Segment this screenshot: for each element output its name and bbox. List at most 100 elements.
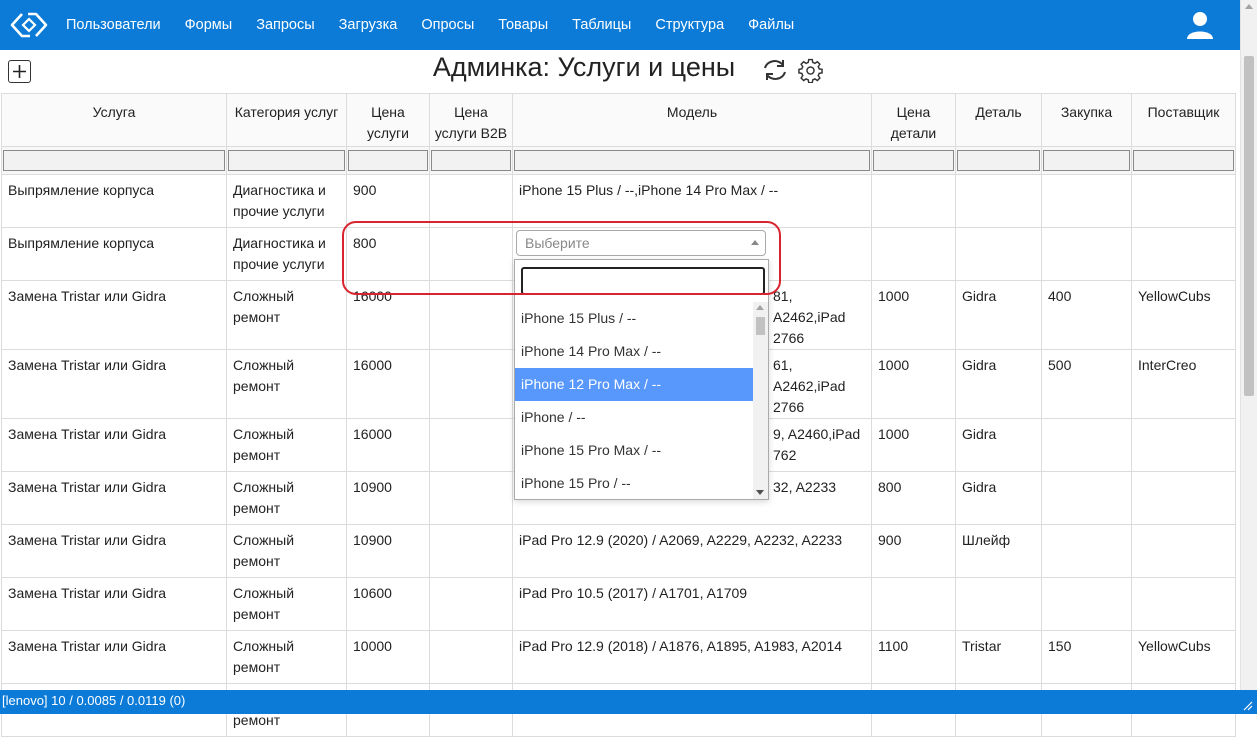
cell-service[interactable]: Замена Tristar или Gidra: [1, 471, 227, 525]
scroll-up-arrow-icon[interactable]: [756, 305, 764, 310]
cell-category[interactable]: Сложный ремонт: [226, 471, 347, 525]
cell-part[interactable]: Gidra: [955, 349, 1042, 419]
cell-service[interactable]: Замена Tristar или Gidra: [1, 418, 227, 472]
cell-model[interactable]: iPad Pro 10.5 (2017) / A1701, A1709: [512, 577, 872, 631]
cell-part-price[interactable]: 1000: [871, 280, 956, 350]
cell-price[interactable]: 900: [346, 174, 430, 228]
cell-service[interactable]: Замена Tristar или Gidra: [1, 630, 227, 684]
cell-purchase[interactable]: [1041, 418, 1132, 472]
cell-part-price[interactable]: [871, 577, 956, 631]
cell-price-b2b[interactable]: [429, 349, 513, 419]
menu-item-tables[interactable]: Таблицы: [572, 17, 631, 33]
cell-part-price[interactable]: 800: [871, 471, 956, 525]
cell-price[interactable]: 800: [346, 227, 430, 281]
scroll-down-arrow-icon[interactable]: [756, 490, 764, 495]
cell-service[interactable]: Замена Tristar или Gidra: [1, 280, 227, 350]
column-header-price[interactable]: Цена услуги: [346, 93, 430, 147]
menu-item-upload[interactable]: Загрузка: [339, 17, 398, 33]
cell-purchase[interactable]: [1041, 577, 1132, 631]
dropdown-option[interactable]: iPhone 14 Pro Max / --: [515, 335, 754, 368]
cell-price-b2b[interactable]: [429, 577, 513, 631]
cell-supplier[interactable]: [1131, 174, 1236, 228]
dropdown-option[interactable]: iPhone 15 Pro / --: [515, 467, 754, 500]
cell-part-price[interactable]: 1000: [871, 349, 956, 419]
cell-supplier[interactable]: [1131, 227, 1236, 281]
cell-part[interactable]: Gidra: [955, 418, 1042, 472]
cell-price-b2b[interactable]: [429, 280, 513, 350]
cell-supplier[interactable]: [1131, 524, 1236, 578]
filter-price-input[interactable]: [348, 150, 428, 171]
dropdown-scroll-thumb[interactable]: [756, 317, 765, 335]
cell-service[interactable]: Замена Tristar или Gidra: [1, 524, 227, 578]
cell-purchase[interactable]: [1041, 524, 1132, 578]
cell-supplier[interactable]: YellowCubs: [1131, 280, 1236, 350]
cell-category[interactable]: Сложный ремонт: [226, 349, 347, 419]
cell-price[interactable]: 10000: [346, 630, 430, 684]
filter-model-input[interactable]: [514, 150, 870, 171]
cell-category[interactable]: Сложный ремонт: [226, 418, 347, 472]
cell-part[interactable]: [955, 174, 1042, 228]
cell-price[interactable]: 16000: [346, 280, 430, 350]
cell-category[interactable]: Сложный ремонт: [226, 630, 347, 684]
cell-part[interactable]: [955, 577, 1042, 631]
cell-category[interactable]: Сложный ремонт: [226, 524, 347, 578]
dropdown-option[interactable]: iPhone 12 Pro Max / --: [515, 368, 754, 401]
cell-part[interactable]: Tristar: [955, 630, 1042, 684]
cell-supplier[interactable]: YellowCubs: [1131, 630, 1236, 684]
table-row[interactable]: Замена Tristar или GidraСложный ремонт10…: [1, 577, 1236, 631]
dropdown-option[interactable]: iPhone 15 Plus / --: [515, 302, 754, 335]
menu-item-structure[interactable]: Структура: [655, 17, 724, 33]
cell-service[interactable]: Замена Tristar или Gidra: [1, 349, 227, 419]
cell-service[interactable]: Замена Tristar или Gidra: [1, 577, 227, 631]
cell-supplier[interactable]: [1131, 418, 1236, 472]
table-row[interactable]: Выпрямление корпуса Диагностика и прочие …: [1, 174, 1236, 228]
column-header-model[interactable]: Модель: [512, 93, 872, 147]
cell-part[interactable]: [955, 227, 1042, 281]
menu-item-files[interactable]: Файлы: [748, 17, 794, 33]
dropdown-option[interactable]: iPhone 15 Pro Max / --: [515, 434, 754, 467]
cell-purchase[interactable]: 500: [1041, 349, 1132, 419]
filter-supplier-input[interactable]: [1133, 150, 1234, 171]
refresh-icon[interactable]: [762, 58, 788, 85]
cell-price-b2b[interactable]: [429, 630, 513, 684]
column-header-purchase[interactable]: Закупка: [1041, 93, 1132, 147]
filter-part-price-input[interactable]: [873, 150, 954, 171]
filter-category-input[interactable]: [228, 150, 345, 171]
page-scrollbar[interactable]: [1240, 0, 1257, 690]
cell-price[interactable]: 10900: [346, 524, 430, 578]
cell-part-price[interactable]: 900: [871, 524, 956, 578]
filter-part-input[interactable]: [957, 150, 1040, 171]
cell-part-price[interactable]: [871, 174, 956, 228]
cell-price[interactable]: 10900: [346, 471, 430, 525]
cell-category[interactable]: Сложный ремонт: [226, 577, 347, 631]
dropdown-scrollbar[interactable]: [753, 302, 768, 499]
table-row[interactable]: Замена Tristar или GidraСложный ремонт10…: [1, 630, 1236, 684]
cell-purchase[interactable]: [1041, 174, 1132, 228]
menu-item-requests[interactable]: Запросы: [256, 17, 314, 33]
cell-price[interactable]: 16000: [346, 349, 430, 419]
cell-price[interactable]: 10600: [346, 577, 430, 631]
cell-purchase[interactable]: 400: [1041, 280, 1132, 350]
cell-purchase[interactable]: [1041, 227, 1132, 281]
cell-part-price[interactable]: 1100: [871, 630, 956, 684]
cell-price-b2b[interactable]: [429, 418, 513, 472]
logo-icon[interactable]: [4, 0, 54, 50]
gear-icon[interactable]: [798, 58, 823, 86]
column-header-service[interactable]: Услуга: [1, 93, 227, 147]
column-header-category[interactable]: Категория услуг: [226, 93, 347, 147]
cell-part-price[interactable]: [871, 227, 956, 281]
scrollbar-thumb[interactable]: [1244, 56, 1254, 396]
cell-purchase[interactable]: [1041, 471, 1132, 525]
cell-price-b2b[interactable]: [429, 471, 513, 525]
menu-item-surveys[interactable]: Опросы: [421, 17, 474, 33]
cell-supplier[interactable]: InterCreo: [1131, 349, 1236, 419]
cell-price-b2b[interactable]: [429, 174, 513, 228]
menu-item-users[interactable]: Пользователи: [66, 17, 161, 33]
cell-category[interactable]: Диагностика и прочие услуги: [226, 174, 347, 228]
column-header-price-b2b[interactable]: Цена услуги B2B: [429, 93, 513, 147]
cell-part[interactable]: Шлейф: [955, 524, 1042, 578]
cell-part-price[interactable]: 1000: [871, 418, 956, 472]
cell-model[interactable]: iPad Pro 12.9 (2018) / A1876, A1895, A19…: [512, 630, 872, 684]
cell-supplier[interactable]: [1131, 471, 1236, 525]
scroll-up-arrow-icon[interactable]: [1245, 4, 1253, 9]
